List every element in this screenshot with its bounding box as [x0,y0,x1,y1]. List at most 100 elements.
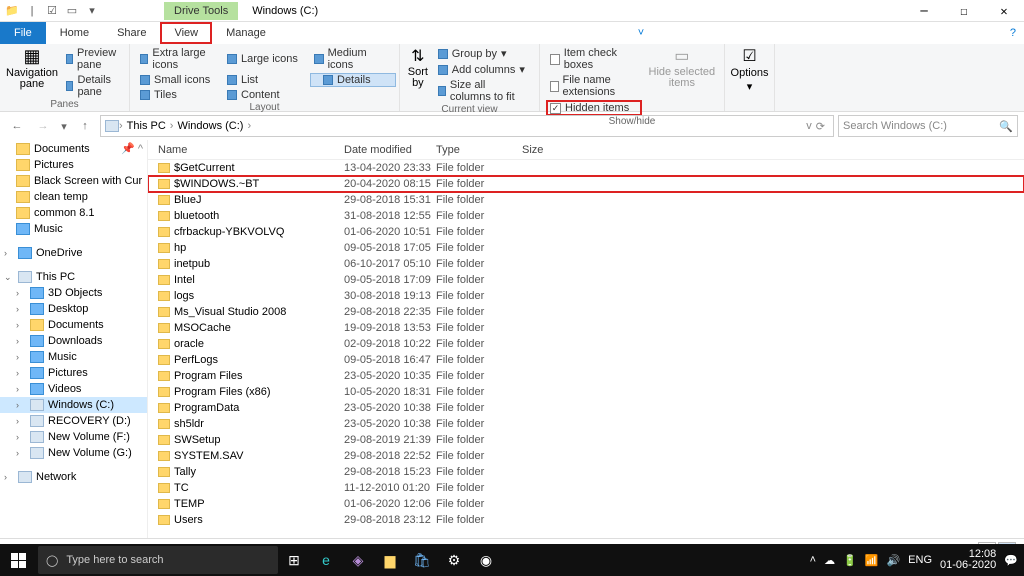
tray-cloud-icon[interactable]: ☁ [824,554,835,567]
col-type[interactable]: Type [436,144,522,156]
nav-downloads[interactable]: ›Downloads [0,333,147,349]
file-row[interactable]: ProgramData23-05-2020 10:38File folder [148,400,1024,416]
nav-pictures2[interactable]: ›Pictures [0,365,147,381]
checkbox-icon[interactable]: ☑ [44,3,60,19]
nav-onedrive[interactable]: ›OneDrive [0,245,147,261]
sort-by-button[interactable]: Sort by [406,67,430,89]
file-row[interactable]: TEMP01-06-2020 12:06File folder [148,496,1024,512]
item-checkboxes-toggle[interactable]: Item check boxes [546,46,642,72]
file-row[interactable]: hp09-05-2018 17:05File folder [148,240,1024,256]
layout-md[interactable]: Medium icons [310,46,396,72]
nav-newvol-g[interactable]: ›New Volume (G:) [0,445,147,461]
hidden-items-toggle[interactable]: ✓Hidden items [546,100,642,116]
edge-icon[interactable]: e [310,544,342,576]
file-extensions-toggle[interactable]: File name extensions [546,73,642,99]
chrome-icon[interactable]: ◉ [470,544,502,576]
file-row[interactable]: Users29-08-2018 23:12File folder [148,512,1024,528]
taskbar[interactable]: ◯Type here to search ⊞ e ◈ ▆ 🛍 ⚙ ◉ ˄ ☁ 🔋… [0,544,1024,576]
layout-lg[interactable]: Large icons [223,46,309,72]
tab-home[interactable]: Home [46,22,103,44]
breadcrumb-thispc[interactable]: This PC [123,120,170,132]
nav-documents[interactable]: Documents📌 ^ [0,140,147,157]
address-bar[interactable]: › This PC › Windows (C:) › v ⟳ [100,115,834,137]
file-row[interactable]: Ms_Visual Studio 200829-08-2018 22:35Fil… [148,304,1024,320]
col-date[interactable]: Date modified [344,144,436,156]
sizeall-button[interactable]: Size all columns to fit [434,78,533,104]
navigation-pane[interactable]: Documents📌 ^ Pictures Black Screen with … [0,140,148,538]
file-row[interactable]: sh5ldr23-05-2020 10:38File folder [148,416,1024,432]
tray-battery-icon[interactable]: 🔋 [843,554,857,567]
options-dropdown-icon[interactable]: ▾ [747,80,753,93]
nav-recovery-d[interactable]: ›RECOVERY (D:) [0,413,147,429]
file-row[interactable]: inetpub06-10-2017 05:10File folder [148,256,1024,272]
options-button[interactable]: Options [731,67,769,79]
minimize-button[interactable]: ─ [904,0,944,22]
store-icon[interactable]: 🛍 [406,544,438,576]
addcols-button[interactable]: Add columns ▾ [434,62,533,77]
hide-selected-button[interactable]: Hide selected items [646,67,718,89]
nav-desktop[interactable]: ›Desktop [0,301,147,317]
tab-view[interactable]: View [160,22,212,44]
file-row[interactable]: oracle02-09-2018 10:22File folder [148,336,1024,352]
tray-notifications-icon[interactable]: 💬 [1004,554,1018,567]
layout-list[interactable]: List [223,73,309,87]
tab-manage[interactable]: Manage [212,22,280,44]
file-row[interactable]: BlueJ29-08-2018 15:31File folder [148,192,1024,208]
explorer-icon[interactable]: ▆ [374,544,406,576]
file-row[interactable]: Tally29-08-2018 15:23File folder [148,464,1024,480]
file-row[interactable]: Program Files23-05-2020 10:35File folder [148,368,1024,384]
start-button[interactable] [0,544,36,576]
help-icon[interactable]: ? [1002,22,1024,44]
file-row[interactable]: $WINDOWS.~BT20-04-2020 08:15File folder [148,176,1024,192]
nav-common[interactable]: common 8.1 [0,205,147,221]
props-icon[interactable]: ▭ [64,3,80,19]
groupby-button[interactable]: Group by ▾ [434,46,533,61]
preview-pane-button[interactable]: Preview pane [62,46,123,72]
layout-details[interactable]: Details [310,73,396,87]
layout-tiles[interactable]: Tiles [136,88,222,102]
tab-share[interactable]: Share [103,22,160,44]
nav-blackscreen[interactable]: Black Screen with Cur [0,173,147,189]
tray-lang[interactable]: ENG [908,554,932,566]
nav-windows-c[interactable]: ›Windows (C:) [0,397,147,413]
chevron-right-icon[interactable]: › [247,120,251,132]
file-row[interactable]: SWSetup29-08-2019 21:39File folder [148,432,1024,448]
qat-dropdown-icon[interactable]: ▾ [84,3,100,19]
nav-cleantemp[interactable]: clean temp [0,189,147,205]
nav-recent-dropdown[interactable]: ▾ [58,115,70,137]
tray-clock[interactable]: 12:0801-06-2020 [940,549,996,571]
file-row[interactable]: $GetCurrent13-04-2020 23:33File folder [148,160,1024,176]
col-size[interactable]: Size [522,144,582,156]
file-row[interactable]: PerfLogs09-05-2018 16:47File folder [148,352,1024,368]
file-row[interactable]: MSOCache19-09-2018 13:53File folder [148,320,1024,336]
taskbar-search[interactable]: ◯Type here to search [38,546,278,574]
details-pane-button[interactable]: Details pane [62,73,123,99]
layout-sm[interactable]: Small icons [136,73,222,87]
system-tray[interactable]: ˄ ☁ 🔋 📶 🔊 ENG 12:0801-06-2020 💬 [810,549,1024,571]
nav-pictures[interactable]: Pictures [0,157,147,173]
file-row[interactable]: Intel09-05-2018 17:09File folder [148,272,1024,288]
taskview-icon[interactable]: ⊞ [278,544,310,576]
nav-documents2[interactable]: ›Documents [0,317,147,333]
search-box[interactable]: Search Windows (C:) 🔍 [838,115,1018,137]
settings-icon[interactable]: ⚙ [438,544,470,576]
nav-music2[interactable]: ›Music [0,349,147,365]
tray-wifi-icon[interactable]: 📶 [865,554,879,567]
nav-3dobjects[interactable]: ›3D Objects [0,285,147,301]
file-row[interactable]: bluetooth31-08-2018 12:55File folder [148,208,1024,224]
collapse-ribbon-icon[interactable]: ˅ [630,22,652,44]
file-list-pane[interactable]: Name Date modified Type Size $GetCurrent… [148,140,1024,538]
tray-chevron-icon[interactable]: ˄ [810,554,816,566]
file-row[interactable]: logs30-08-2018 19:13File folder [148,288,1024,304]
layout-content[interactable]: Content [223,88,309,102]
column-headers[interactable]: Name Date modified Type Size [148,140,1024,160]
file-row[interactable]: cfrbackup-YBKVOLVQ01-06-2020 10:51File f… [148,224,1024,240]
breadcrumb-winc[interactable]: Windows (C:) [173,120,247,132]
tray-volume-icon[interactable]: 🔊 [886,554,900,567]
vs-icon[interactable]: ◈ [342,544,374,576]
refresh-icon[interactable]: ⟳ [812,120,829,133]
nav-newvol-f[interactable]: ›New Volume (F:) [0,429,147,445]
nav-forward-button[interactable]: → [32,115,54,137]
navpane-button[interactable]: Navigation pane [6,68,58,90]
nav-back-button[interactable]: ← [6,115,28,137]
